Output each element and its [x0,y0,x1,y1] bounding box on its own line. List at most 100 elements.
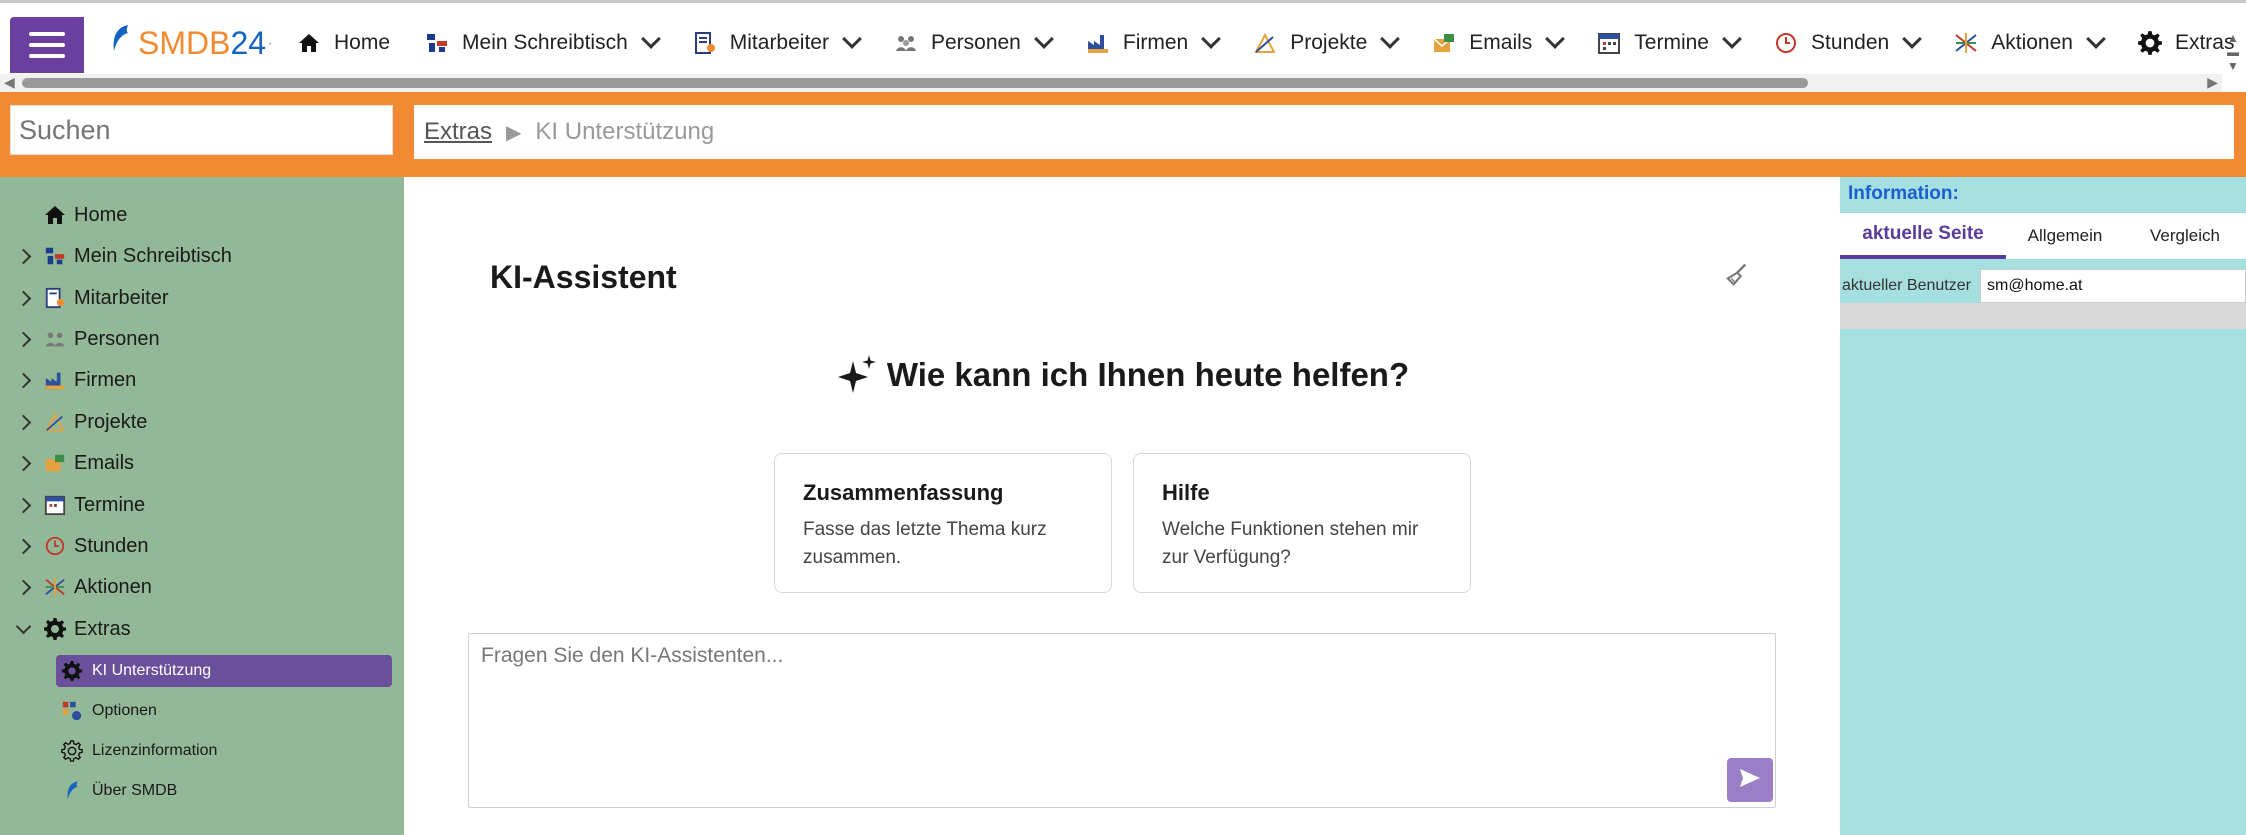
sidebar-subitem-label: Optionen [92,702,157,719]
sidebar-subitem-optionen[interactable]: Optionen [56,695,392,727]
vertical-scroll-arrows[interactable]: ▲ ▬ ▼ [2224,31,2242,73]
sidebar-item-personen[interactable]: Personen [0,322,160,356]
page-title: KI-Assistent [490,259,677,295]
horizontal-scrollbar[interactable]: ◀ ▶ [0,74,2222,92]
sidebar-item-mein-schreibtisch[interactable]: Mein Schreibtisch [0,239,232,273]
logo-dot: · [268,36,273,50]
sidebar-item-mitarbeiter[interactable]: Mitarbeiter [0,281,168,315]
chevron-down-icon[interactable] [12,618,34,634]
factory-icon [42,367,68,393]
scrollbar-thumb[interactable] [22,78,1808,88]
breadcrumb-link-extras[interactable]: Extras [424,118,492,146]
sidebar-item-emails[interactable]: Emails [0,446,134,480]
gear-icon [42,616,68,642]
chat-input-box [468,633,1776,808]
employee-icon [692,30,718,56]
nav-item-mein-schreibtisch[interactable]: Mein Schreibtisch [424,29,661,56]
sidebar-item-projekte[interactable]: Projekte [0,405,147,439]
sidebar-item-home[interactable]: Home [0,198,127,232]
info-row-value: sm@home.at [1980,269,2246,303]
card-description: Fasse das letzte Thema kurz zusammen. [803,519,1047,568]
send-icon [1738,767,1762,794]
tab-allgemein[interactable]: Allgemein [2006,213,2124,259]
sidebar-item-label: Home [74,203,128,226]
sidebar-subitem-label: Über SMDB [92,782,178,799]
sidebar-subitem-ueber-smdb[interactable]: Über SMDB [56,775,392,807]
chevron-right-icon[interactable] [12,248,34,264]
nav-item-label: Projekte [1290,31,1368,54]
desk-icon [424,30,450,56]
chevron-right-icon[interactable] [12,414,34,430]
app-logo[interactable]: SMDB 24 · [108,23,272,63]
tab-aktuelle-seite[interactable]: aktuelle Seite [1840,213,2006,259]
suggestion-card-hilfe[interactable]: Hilfe Welche Funktionen stehen mir zur V… [1133,453,1471,593]
sidebar-item-firmen[interactable]: Firmen [0,363,136,397]
sidebar-subitem-lizenzinformation[interactable]: Lizenzinformation [56,735,392,767]
nav-item-mitarbeiter[interactable]: Mitarbeiter [692,29,862,56]
chevron-right-icon[interactable] [12,331,34,347]
info-row-current-user: aktueller Benutzer sm@home.at [1840,269,2246,303]
sidebar: Home Mein Schreibtisch Mitarbeiter Perso… [0,177,404,835]
nav-item-aktionen[interactable]: Aktionen [1953,29,2106,56]
chevron-right-icon[interactable] [12,290,34,306]
factory-icon [1085,30,1111,56]
logo-brand: SMDB [138,24,231,61]
breadcrumb-separator: ▶ [506,121,522,144]
sidebar-item-label: Aktionen [74,575,152,598]
greeting-heading: Wie kann ich Ihnen heute helfen? [404,353,1840,397]
sidebar-item-termine[interactable]: Termine [0,488,145,522]
actions-icon [42,574,68,600]
suggestion-card-zusammenfassung[interactable]: Zusammenfassung Fasse das letzte Thema k… [774,453,1112,593]
nav-item-label: Home [334,31,391,54]
nav-item-termine[interactable]: Termine [1596,29,1742,56]
scroll-left-icon[interactable]: ◀ [4,74,15,91]
email-icon [42,450,68,476]
sidebar-subitem-ki-unterstuetzung[interactable]: KI Unterstützung [56,655,392,687]
info-row-label: aktueller Benutzer [1840,269,1980,303]
search-bar-area: Extras ▶ KI Unterstützung [0,92,2246,177]
nav-item-personen[interactable]: Personen [893,29,1054,56]
app-root: SMDB 24 · Home Mein Schreibtisch Mitarbeit… [0,0,2246,835]
nav-item-label: Stunden [1810,31,1890,54]
nav-item-projekte[interactable]: Projekte [1252,29,1401,56]
nav-item-stunden[interactable]: Stunden [1773,29,1923,56]
nav-item-label: Emails [1469,31,1533,54]
chat-input[interactable] [469,634,1775,807]
nav-item-home[interactable]: Home [296,30,390,56]
calendar-icon [1596,30,1622,56]
sidebar-item-aktionen[interactable]: Aktionen [0,570,152,604]
calendar-icon [42,492,68,518]
chevron-down-icon [640,29,661,49]
chevron-right-icon[interactable] [12,497,34,513]
chevron-down-icon [1201,29,1222,49]
sidebar-subitem-label: KI Unterstützung [92,662,212,679]
employee-icon [42,285,68,311]
chevron-right-icon[interactable] [12,455,34,471]
sidebar-item-stunden[interactable]: Stunden [0,529,149,563]
chevron-right-icon[interactable] [12,579,34,595]
scroll-right-icon[interactable]: ▶ [2207,74,2218,91]
chevron-down-icon [842,29,862,49]
project-icon [42,409,68,435]
send-button[interactable] [1727,758,1773,802]
nav-item-emails[interactable]: Emails [1431,29,1566,56]
clock-icon [42,533,68,559]
clear-chat-broom-icon[interactable] [1722,261,1752,291]
sidebar-item-extras[interactable]: Extras [0,612,131,646]
top-navbar: SMDB 24 · Home Mein Schreibtisch Mitarbeit… [0,0,2246,73]
card-title: Hilfe [1162,480,1210,505]
email-icon [1431,30,1457,56]
home-icon [42,202,68,228]
search-input[interactable] [10,105,393,155]
tab-vergleich[interactable]: Vergleich [2124,213,2246,259]
project-icon [1252,30,1278,56]
people-icon [42,326,68,352]
hamburger-menu-button[interactable] [10,17,84,73]
sidebar-item-label: Stunden [74,534,149,557]
people-icon [893,30,919,56]
chevron-right-icon[interactable] [12,372,34,388]
chevron-right-icon[interactable] [12,538,34,554]
nav-item-firmen[interactable]: Firmen [1085,29,1222,56]
nav-item-label: Personen [930,31,1021,54]
info-panel: Information: aktuelle Seite Allgemein Ve… [1840,177,2246,835]
